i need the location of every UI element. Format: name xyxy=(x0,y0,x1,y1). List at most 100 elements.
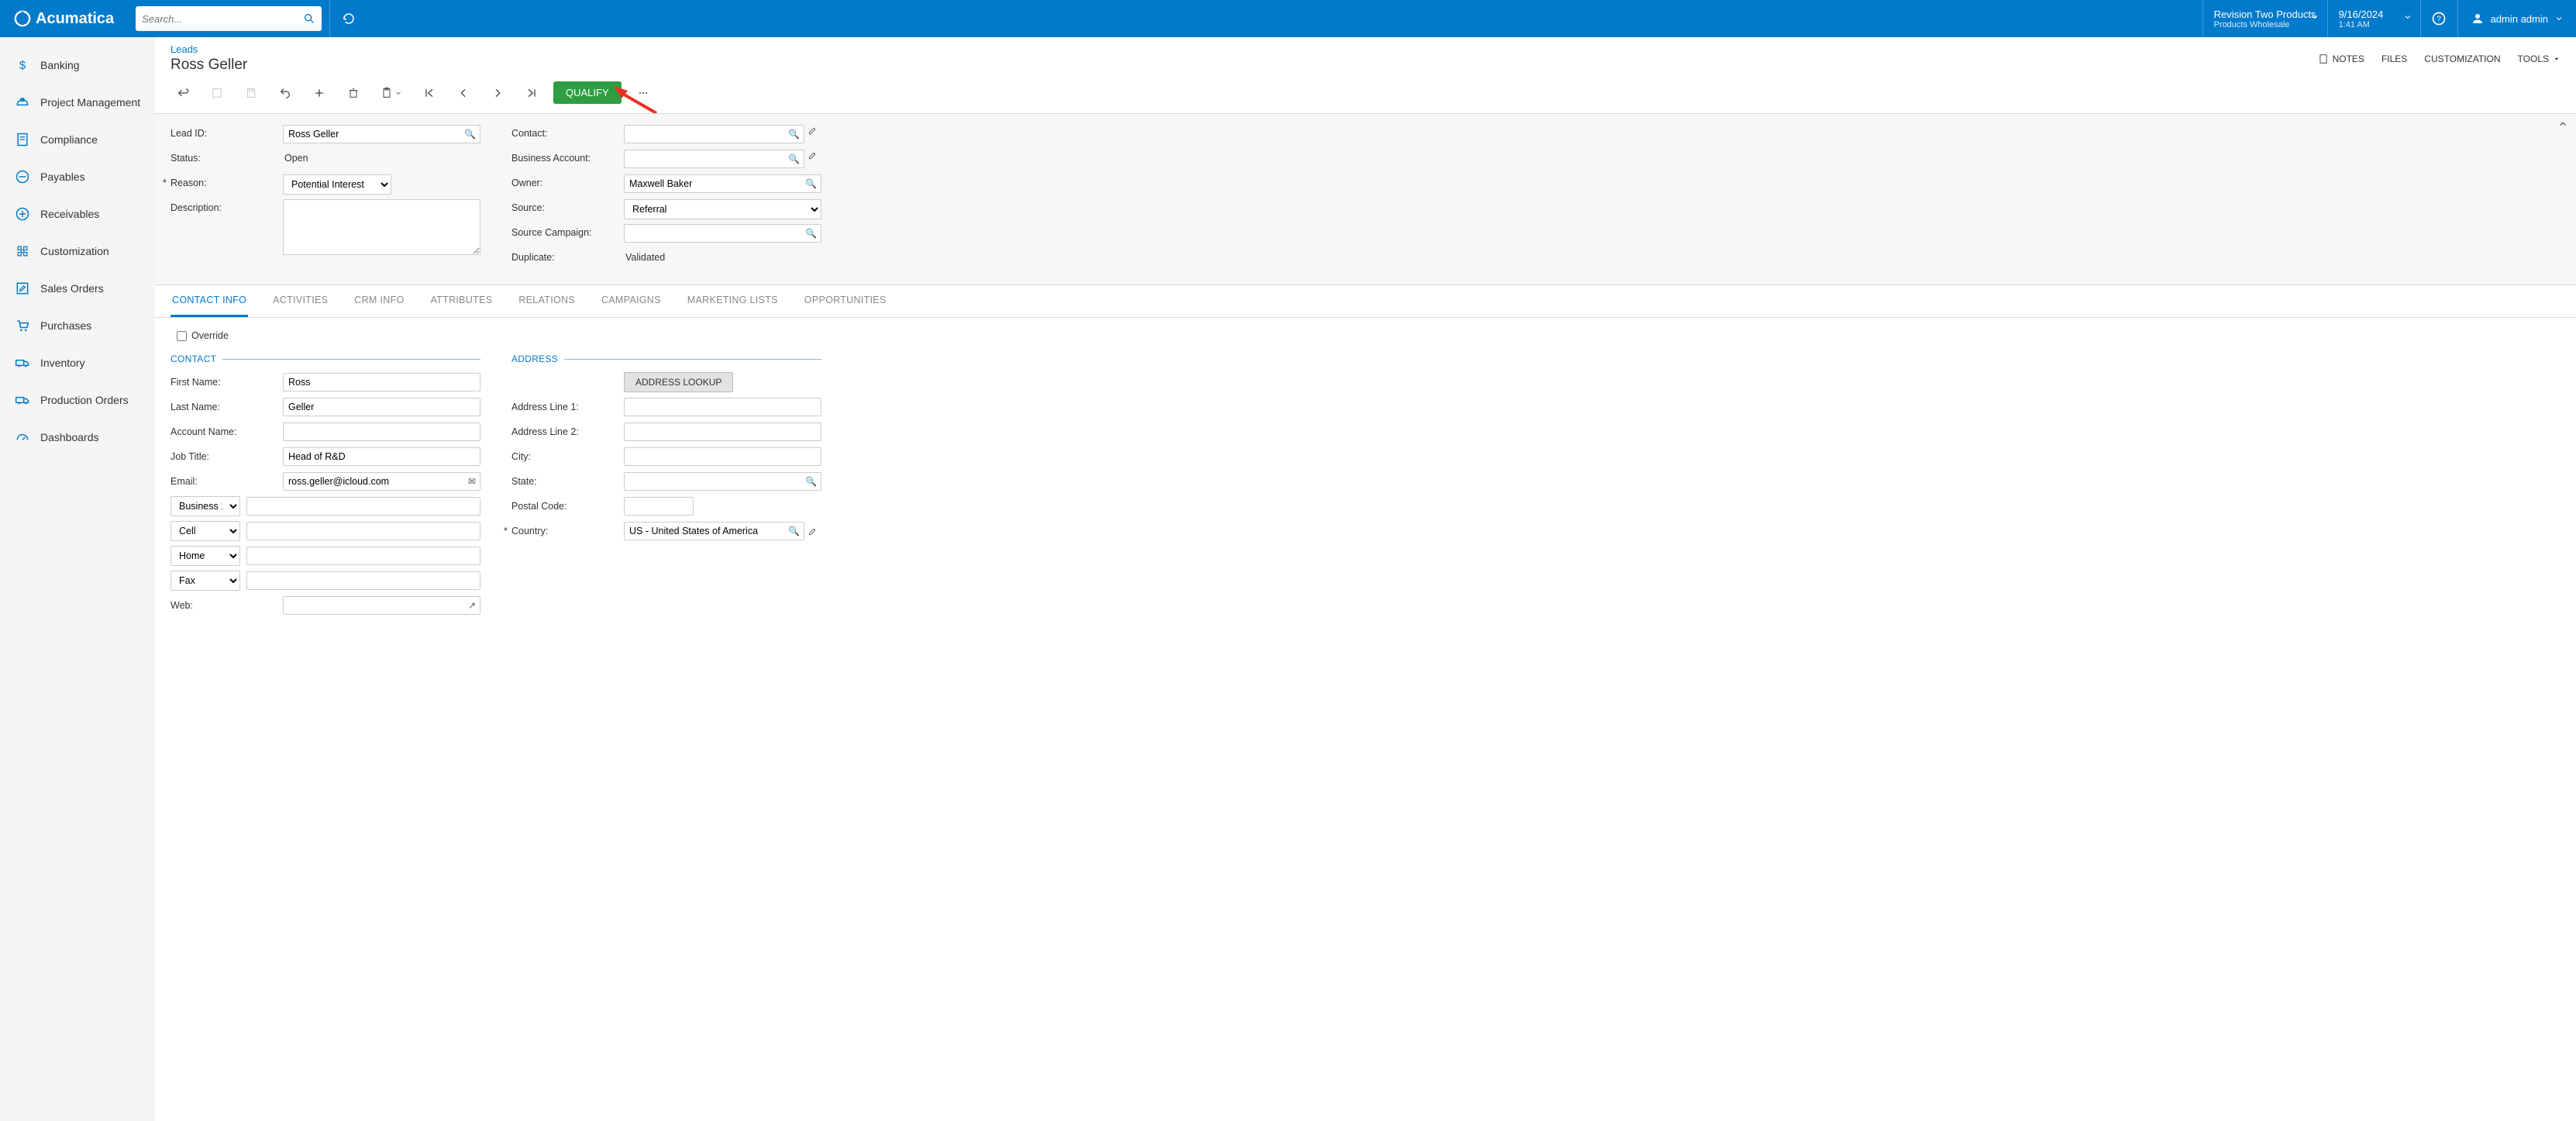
source-select[interactable]: Referral xyxy=(624,199,821,219)
back-arrow-icon xyxy=(177,87,189,99)
refresh-button[interactable] xyxy=(329,0,367,37)
add-button[interactable] xyxy=(307,82,332,104)
edit-contact-button[interactable] xyxy=(804,125,821,136)
phone3-input[interactable] xyxy=(246,547,480,565)
save-close-button[interactable] xyxy=(205,82,229,104)
brand-text: Acumatica xyxy=(36,10,114,28)
notes-button[interactable]: NOTES xyxy=(2318,53,2364,64)
business-account-label: Business Account: xyxy=(511,150,624,164)
reason-label: Reason: xyxy=(170,174,283,188)
tools-button[interactable]: TOOLS xyxy=(2518,53,2561,64)
back-button[interactable] xyxy=(170,82,195,104)
brand-logo[interactable]: Acumatica xyxy=(0,0,128,37)
next-button[interactable] xyxy=(485,82,510,104)
postal-code-input[interactable] xyxy=(624,497,694,516)
business-account-input[interactable] xyxy=(624,150,804,168)
plus-circle-icon xyxy=(14,206,31,222)
floppy-icon xyxy=(245,87,257,99)
lead-id-input[interactable] xyxy=(283,125,480,143)
sidebar-item-purchases[interactable]: Purchases xyxy=(0,307,155,344)
tab-activities[interactable]: ACTIVITIES xyxy=(271,285,329,317)
state-input[interactable] xyxy=(624,472,821,491)
document-icon xyxy=(14,132,31,147)
account-name-input[interactable] xyxy=(283,423,480,441)
owner-input[interactable] xyxy=(624,174,821,193)
chevron-down-icon xyxy=(394,89,402,97)
job-title-input[interactable] xyxy=(283,447,480,466)
contact-info-panel: Override CONTACT First Name: Last Name: … xyxy=(155,318,2576,633)
reason-select[interactable]: Potential Interest xyxy=(283,174,391,195)
tab-relations[interactable]: RELATIONS xyxy=(517,285,577,317)
sidebar-item-compliance[interactable]: Compliance xyxy=(0,121,155,158)
first-name-input[interactable] xyxy=(283,373,480,391)
puzzle-icon xyxy=(14,243,31,259)
tab-opportunities[interactable]: OPPORTUNITIES xyxy=(803,285,888,317)
company-selector[interactable]: Revision Two Products Products Wholesale xyxy=(2202,0,2327,37)
delete-button[interactable] xyxy=(341,82,366,104)
chevron-up-icon xyxy=(2557,119,2568,129)
source-label: Source: xyxy=(511,199,624,213)
files-button[interactable]: FILES xyxy=(2381,53,2407,64)
phone4-input[interactable] xyxy=(246,571,480,590)
address-line2-input[interactable] xyxy=(624,423,821,441)
save-button[interactable] xyxy=(239,82,263,104)
city-input[interactable] xyxy=(624,447,821,466)
global-search[interactable] xyxy=(136,6,322,31)
more-actions-button[interactable] xyxy=(631,82,656,104)
override-checkbox[interactable] xyxy=(177,331,187,341)
sidebar-item-receivables[interactable]: Receivables xyxy=(0,195,155,233)
collapse-button[interactable] xyxy=(2557,119,2568,129)
user-menu[interactable]: admin admin xyxy=(2457,0,2576,37)
sidebar-item-sales-orders[interactable]: Sales Orders xyxy=(0,270,155,307)
prev-button[interactable] xyxy=(451,82,476,104)
sidebar-item-banking[interactable]: $Banking xyxy=(0,47,155,84)
sidebar-item-dashboards[interactable]: Dashboards xyxy=(0,419,155,456)
tab-contact-info[interactable]: CONTACT INFO xyxy=(170,285,248,317)
phone3-type-select[interactable]: Home xyxy=(170,546,240,566)
edit-country-button[interactable] xyxy=(804,526,821,536)
phone1-input[interactable] xyxy=(246,497,480,516)
edit-account-button[interactable] xyxy=(804,150,821,160)
page-title: Ross Geller xyxy=(170,57,247,74)
phone2-input[interactable] xyxy=(246,522,480,540)
source-campaign-input[interactable] xyxy=(624,224,821,243)
help-button[interactable]: ? xyxy=(2420,0,2457,37)
breadcrumb-leads[interactable]: Leads xyxy=(170,43,247,55)
business-date[interactable]: 9/16/2024 1:41 AM xyxy=(2327,0,2420,37)
contact-input[interactable] xyxy=(624,125,804,143)
address-lookup-button[interactable]: ADDRESS LOOKUP xyxy=(624,372,733,392)
email-input[interactable] xyxy=(283,472,480,491)
sidebar-item-customization[interactable]: Customization xyxy=(0,233,155,270)
truck-icon xyxy=(14,392,31,408)
tab-campaigns[interactable]: CAMPAIGNS xyxy=(600,285,663,317)
top-bar: Acumatica Revision Two Products Products… xyxy=(0,0,2576,37)
undo-button[interactable] xyxy=(273,82,298,104)
last-name-input[interactable] xyxy=(283,398,480,416)
phone4-type-select[interactable]: Fax xyxy=(170,571,240,591)
summary-panel: Lead ID:🔍 Status:Open Reason:Potential I… xyxy=(155,113,2576,285)
phone2-type-select[interactable]: Cell xyxy=(170,521,240,541)
customization-button[interactable]: CUSTOMIZATION xyxy=(2424,53,2500,64)
address-line1-input[interactable] xyxy=(624,398,821,416)
description-textarea[interactable] xyxy=(283,199,480,255)
action-toolbar: QUALIFY xyxy=(155,74,2576,113)
phone1-type-select[interactable]: Business 1 xyxy=(170,496,240,516)
search-input[interactable] xyxy=(142,13,303,25)
sidebar-item-inventory[interactable]: Inventory xyxy=(0,344,155,381)
sidebar-item-payables[interactable]: Payables xyxy=(0,158,155,195)
tab-marketing-lists[interactable]: MARKETING LISTS xyxy=(686,285,780,317)
clipboard-button[interactable] xyxy=(375,82,408,104)
chevron-right-icon xyxy=(491,87,504,99)
tab-crm-info[interactable]: CRM INFO xyxy=(353,285,405,317)
edit-document-icon xyxy=(14,281,31,296)
sidebar-item-project-management[interactable]: Project Management xyxy=(0,84,155,121)
last-button[interactable] xyxy=(519,82,544,104)
chevron-left-icon xyxy=(457,87,470,99)
truck-icon xyxy=(14,355,31,371)
tab-attributes[interactable]: ATTRIBUTES xyxy=(429,285,494,317)
sidebar-item-production-orders[interactable]: Production Orders xyxy=(0,381,155,419)
first-button[interactable] xyxy=(417,82,442,104)
country-input[interactable] xyxy=(624,522,804,540)
qualify-button[interactable]: QUALIFY xyxy=(553,81,622,104)
web-input[interactable] xyxy=(283,596,480,615)
